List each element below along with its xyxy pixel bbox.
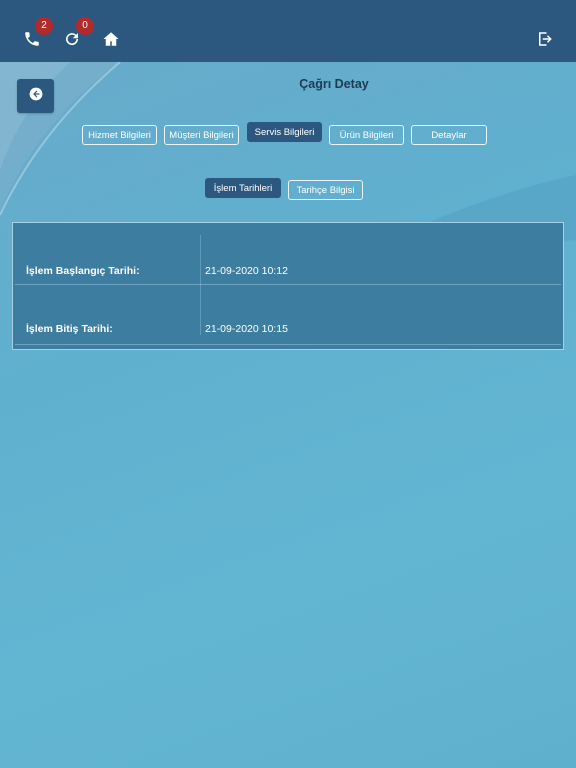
tab-hizmet-bilgileri[interactable]: Hizmet Bilgileri	[82, 125, 157, 145]
column-divider	[200, 235, 201, 285]
detail-label: İşlem Başlangıç Tarihi:	[26, 265, 140, 277]
refresh-count-badge: 0	[76, 17, 94, 35]
detail-row: İşlem Bitiş Tarihi: 21-09-2020 10:15	[15, 285, 561, 345]
tab-servis-bilgileri[interactable]: Servis Bilgileri	[247, 122, 322, 142]
detail-value: 21-09-2020 10:12	[205, 265, 288, 277]
logout-icon[interactable]	[534, 28, 556, 50]
subtab-islem-tarihleri[interactable]: İşlem Tarihleri	[205, 178, 281, 198]
call-count-badge: 2	[35, 17, 53, 35]
background-decoration	[0, 0, 576, 768]
row-divider	[15, 344, 561, 345]
detail-value: 21-09-2020 10:15	[205, 323, 288, 335]
tab-detaylar[interactable]: Detaylar	[411, 125, 487, 145]
tab-urun-bilgileri[interactable]: Ürün Bilgileri	[329, 125, 404, 145]
top-navigation-bar: 2 0	[0, 0, 576, 62]
details-card: İşlem Başlangıç Tarihi: 21-09-2020 10:12…	[12, 222, 564, 350]
detail-label: İşlem Bitiş Tarihi:	[26, 323, 113, 335]
detail-row: İşlem Başlangıç Tarihi: 21-09-2020 10:12	[15, 225, 561, 285]
column-divider	[200, 285, 201, 335]
page-title: Çağrı Detay	[299, 77, 369, 91]
home-icon[interactable]	[100, 28, 122, 50]
subtab-tarihce-bilgisi[interactable]: Tarihçe Bilgisi	[288, 180, 363, 200]
tab-musteri-bilgileri[interactable]: Müşteri Bilgileri	[164, 125, 239, 145]
